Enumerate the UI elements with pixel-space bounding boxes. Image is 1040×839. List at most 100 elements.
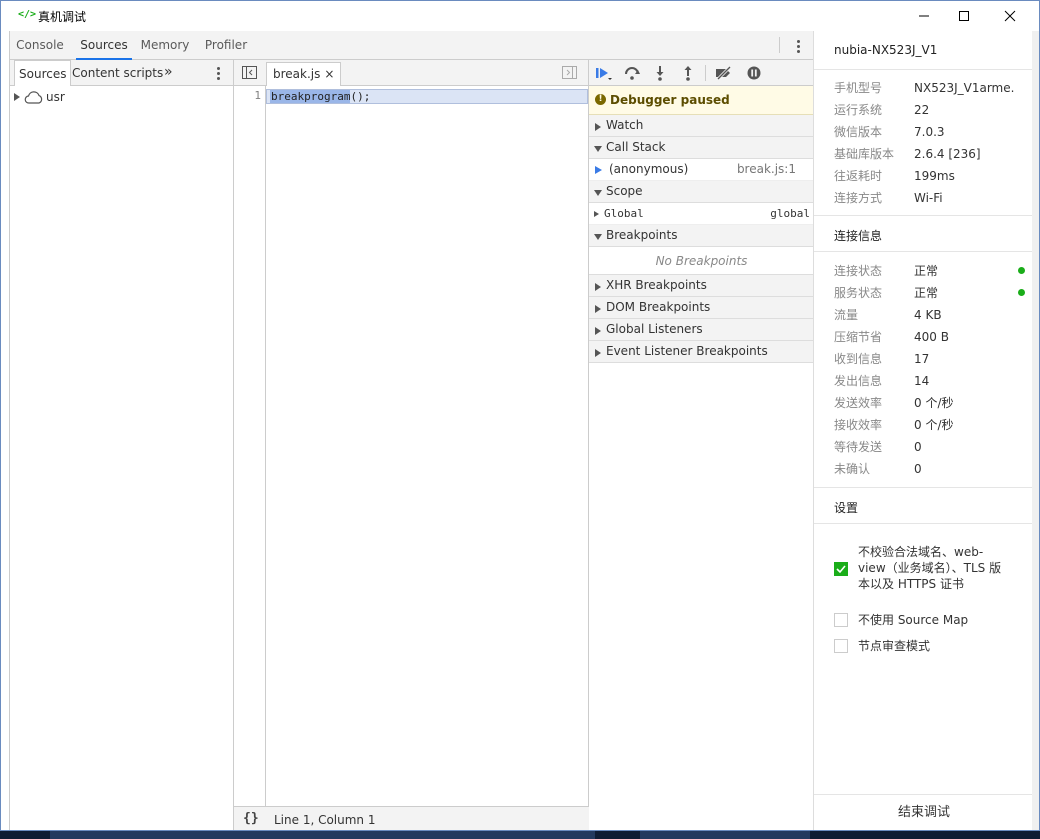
section-xhr-breakpoints[interactable]: XHR Breakpoints	[589, 275, 814, 297]
info-row-connection-type: 连接方式 Wi-Fi	[834, 191, 943, 205]
step-out-button[interactable]	[679, 64, 697, 82]
line-gutter: 1	[234, 86, 266, 806]
expanded-arrow-icon	[594, 190, 602, 196]
device-name: nubia-NX523J_V1	[834, 43, 938, 57]
settings-heading: 设置	[834, 501, 859, 515]
close-icon	[1004, 10, 1016, 22]
close-tab-icon[interactable]: ×	[324, 67, 334, 81]
end-debug-button[interactable]: 结束调试	[814, 794, 1034, 830]
conn-row-service: 服务状态 正常	[834, 282, 1029, 304]
section-global-listeners[interactable]: Global Listeners	[589, 319, 814, 341]
info-row-model: 手机型号 NX523J_V1arme...	[834, 81, 1014, 95]
nav-tab-content-scripts[interactable]: Content scripts	[72, 60, 163, 86]
conn-row-traffic: 流量 4 KB	[834, 308, 942, 322]
tabbar-divider	[779, 37, 780, 53]
devtools-window: </> 真机调试 Console Sources Memory Profiler…	[0, 0, 1040, 831]
node-inspect-checkbox[interactable]	[834, 639, 848, 653]
resume-button[interactable]	[595, 64, 613, 82]
pause-on-exceptions-button[interactable]	[745, 64, 763, 82]
toggle-navigator-button[interactable]	[242, 66, 257, 82]
maximize-button[interactable]	[941, 1, 987, 31]
devtools-menu-button[interactable]	[790, 38, 806, 54]
collapsed-arrow-icon	[595, 283, 601, 291]
checkmark-icon	[836, 565, 846, 574]
maximize-icon	[959, 11, 969, 21]
divider	[814, 523, 1034, 524]
status-ok-icon	[1018, 289, 1025, 296]
frame-function: (anonymous)	[609, 162, 689, 176]
conn-row-unacked: 未确认 0	[834, 462, 922, 476]
tree-item-usr[interactable]: usr	[10, 86, 233, 108]
sources-navigator: Sources Content scripts » usr	[10, 60, 234, 830]
expand-arrow-icon[interactable]	[14, 93, 20, 101]
deactivate-breakpoints-button[interactable]	[715, 64, 733, 82]
section-watch[interactable]: Watch	[589, 115, 814, 137]
window-title: 真机调试	[38, 10, 87, 24]
paused-banner: ! Debugger paused	[589, 86, 814, 115]
source-editor: break.js × 1 breakprogram(); {} Line 1, C…	[234, 60, 589, 830]
tab-sources[interactable]: Sources	[76, 31, 132, 60]
status-ok-icon	[1018, 267, 1025, 274]
conn-row-status: 连接状态 正常	[834, 260, 1029, 282]
file-tab-break-js[interactable]: break.js ×	[266, 62, 342, 86]
editor-statusbar: {} Line 1, Column 1	[234, 806, 589, 830]
collapsed-arrow-icon	[595, 349, 601, 357]
divider	[814, 251, 1034, 252]
divider	[814, 215, 1034, 216]
conn-row-received: 收到信息 17	[834, 352, 930, 366]
navigator-menu-button[interactable]	[210, 65, 226, 81]
minimize-icon	[919, 15, 929, 17]
step-over-button[interactable]	[623, 64, 641, 82]
title-bar: </> 真机调试	[1, 1, 1039, 31]
deactivate-breakpoints-icon	[716, 66, 732, 80]
nav-tab-sources[interactable]: Sources	[14, 60, 72, 86]
resume-icon	[596, 68, 612, 80]
desktop-background	[0, 831, 1040, 839]
nav-more-tabs-button[interactable]: »	[164, 60, 173, 86]
skip-domain-check-label[interactable]: 不校验合法域名、web- view（业务域名）、TLS 版 本以及 HTTPS …	[858, 544, 1001, 592]
tab-profiler[interactable]: Profiler	[203, 31, 249, 60]
scope-name: Global	[604, 207, 644, 220]
connection-heading: 连接信息	[834, 229, 883, 243]
conn-row-sent: 发出信息 14	[834, 374, 930, 388]
tree-item-label: usr	[46, 90, 65, 104]
disable-source-map-label[interactable]: 不使用 Source Map	[858, 612, 968, 628]
devtools-panel: Console Sources Memory Profiler Sources …	[9, 31, 814, 830]
toggle-debugger-button[interactable]	[562, 66, 577, 82]
info-row-rtt: 往返耗时 199ms	[834, 169, 955, 183]
editor-tabbar: break.js ×	[234, 60, 588, 86]
navigator-tabbar: Sources Content scripts »	[10, 60, 233, 86]
toolbar-divider	[705, 65, 706, 81]
skip-domain-check-checkbox[interactable]	[834, 562, 848, 576]
collapsed-arrow-icon	[595, 123, 601, 131]
section-call-stack[interactable]: Call Stack	[589, 137, 814, 159]
section-breakpoints[interactable]: Breakpoints	[589, 225, 814, 247]
node-inspect-label[interactable]: 节点审查模式	[858, 638, 930, 654]
divider	[814, 487, 1034, 488]
pretty-print-button[interactable]: {}	[243, 811, 259, 826]
info-row-wechat-version: 微信版本 7.0.3	[834, 125, 945, 139]
section-event-listener-breakpoints[interactable]: Event Listener Breakpoints	[589, 341, 814, 363]
collapsed-arrow-icon	[595, 305, 601, 313]
tab-console[interactable]: Console	[16, 31, 64, 60]
frame-location-link[interactable]: break.js:1	[737, 159, 796, 180]
disable-source-map-checkbox[interactable]	[834, 613, 848, 627]
step-out-icon	[684, 66, 692, 81]
collapsed-arrow-icon	[594, 211, 599, 217]
tab-memory[interactable]: Memory	[140, 31, 190, 60]
call-frame-row[interactable]: (anonymous) break.js:1	[589, 159, 814, 181]
device-info-panel: nubia-NX523J_V1 手机型号 NX523J_V1arme... 运行系…	[813, 31, 1034, 830]
app-code-icon: </>	[18, 9, 37, 20]
section-dom-breakpoints[interactable]: DOM Breakpoints	[589, 297, 814, 319]
scrollbar-track[interactable]	[1032, 31, 1039, 830]
line-number[interactable]: 1	[254, 89, 261, 102]
code-text: breakprogram();	[271, 90, 371, 103]
expanded-arrow-icon	[594, 234, 602, 240]
close-button[interactable]	[987, 1, 1033, 31]
step-into-button[interactable]	[651, 64, 669, 82]
devtools-tabbar: Console Sources Memory Profiler	[10, 31, 814, 60]
section-scope[interactable]: Scope	[589, 181, 814, 203]
execution-line[interactable]: breakprogram();	[266, 89, 588, 104]
code-area[interactable]: breakprogram();	[266, 86, 589, 806]
scope-global-row[interactable]: Global global	[589, 203, 814, 225]
